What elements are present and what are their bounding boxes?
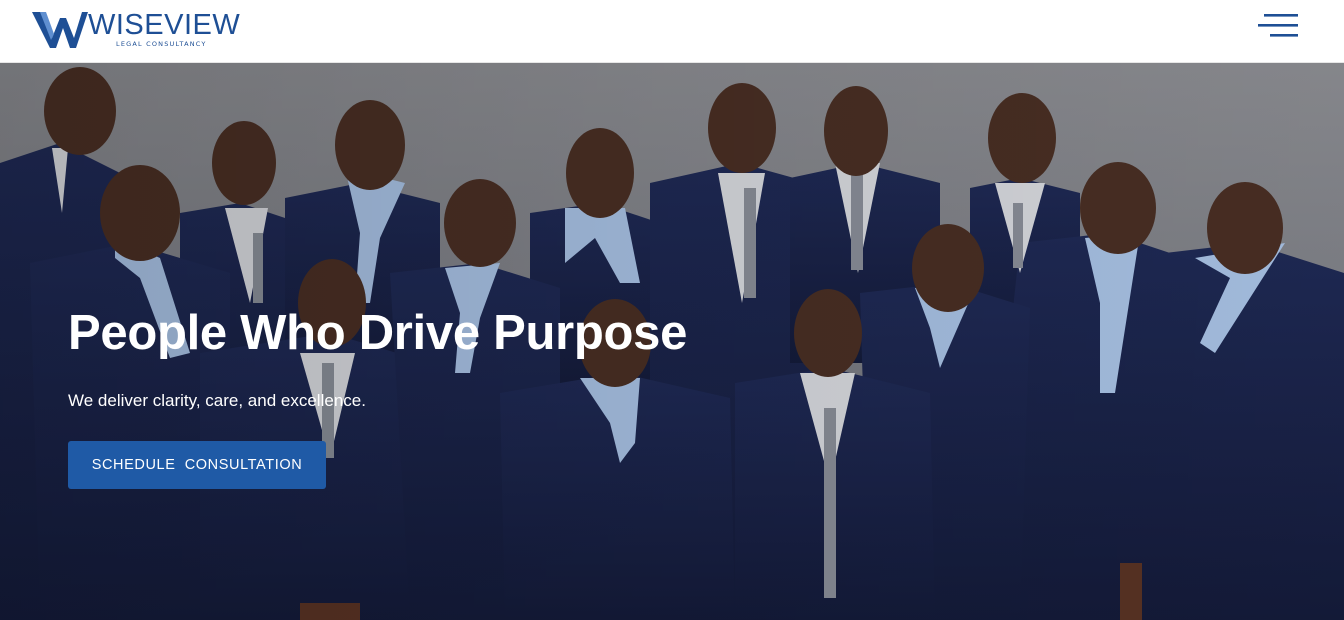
hero-subtitle: We deliver clarity, care, and excellence… xyxy=(68,391,366,410)
brand-tagline: LEGAL CONSULTANCY xyxy=(116,40,207,48)
site-header: WISEVIEW LEGAL CONSULTANCY xyxy=(0,0,1344,63)
hero-title: People Who Drive Purpose xyxy=(68,306,688,360)
hero-section: People Who Drive Purpose We deliver clar… xyxy=(0,63,1344,620)
brand-logo[interactable]: WISEVIEW LEGAL CONSULTANCY xyxy=(30,10,260,52)
cta-label: SCHEDULE CONSULTATION xyxy=(91,457,303,473)
hamburger-menu-icon xyxy=(1258,14,1298,37)
hamburger-menu-button[interactable] xyxy=(1254,12,1302,42)
schedule-consultation-button[interactable]: SCHEDULE CONSULTATION xyxy=(68,441,326,489)
brand-name: WISEVIEW xyxy=(88,9,241,41)
wiseview-logo-mark-icon xyxy=(32,12,88,48)
